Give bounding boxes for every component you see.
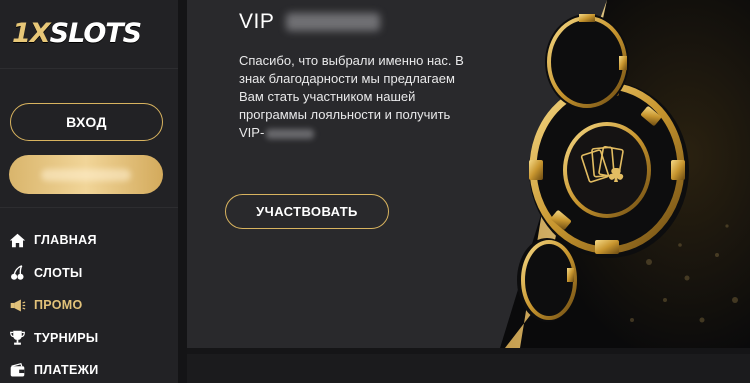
nav-item-payments[interactable]: ПЛАТЕЖИ — [0, 354, 178, 383]
login-button[interactable]: ВХОД — [10, 103, 163, 141]
nav-item-label: ТУРНИРЫ — [34, 330, 99, 345]
nav-item-label: ПЛАТЕЖИ — [34, 363, 99, 378]
trophy-icon — [9, 329, 26, 346]
sidebar: 1XSLOTS ВХОД ГЛАВНАЯ СЛОТЫ ПРОМО ТУРНИРЫ… — [0, 0, 178, 383]
promo-description: Спасибо, что выбрали именно нас. В знак … — [239, 53, 464, 140]
divider — [0, 207, 178, 208]
megaphone-icon — [9, 297, 26, 314]
nav-item-label: ПРОМО — [34, 298, 83, 313]
promo-description-blurred — [266, 128, 315, 139]
nav-item-promo[interactable]: ПРОМО — [0, 289, 178, 322]
main-nav: ГЛАВНАЯ СЛОТЫ ПРОМО ТУРНИРЫ ПЛАТЕЖИ — [0, 224, 178, 383]
promo-title: VIP — [239, 10, 381, 34]
register-button[interactable] — [9, 155, 163, 194]
nav-item-home[interactable]: ГЛАВНАЯ — [0, 224, 178, 257]
nav-item-label: СЛОТЫ — [34, 265, 83, 280]
home-icon — [9, 232, 26, 249]
sidebar-divider — [178, 0, 187, 383]
wallet-icon — [9, 362, 26, 379]
content-footer-strip — [187, 348, 750, 383]
divider — [0, 68, 178, 69]
nav-item-slots[interactable]: СЛОТЫ — [0, 257, 178, 290]
nav-item-label: ГЛАВНАЯ — [34, 233, 97, 248]
promo-title-blurred — [286, 13, 381, 31]
nav-item-tournaments[interactable]: ТУРНИРЫ — [0, 322, 178, 355]
vip-promo-banner: VIP Спасибо, что выбрали именно нас. В з… — [187, 0, 750, 348]
register-button-label-blurred — [41, 168, 131, 181]
cherry-icon — [9, 264, 26, 281]
participate-button[interactable]: УЧАСТВОВАТЬ — [225, 194, 389, 229]
brand-logo[interactable]: 1XSLOTS — [12, 18, 142, 49]
